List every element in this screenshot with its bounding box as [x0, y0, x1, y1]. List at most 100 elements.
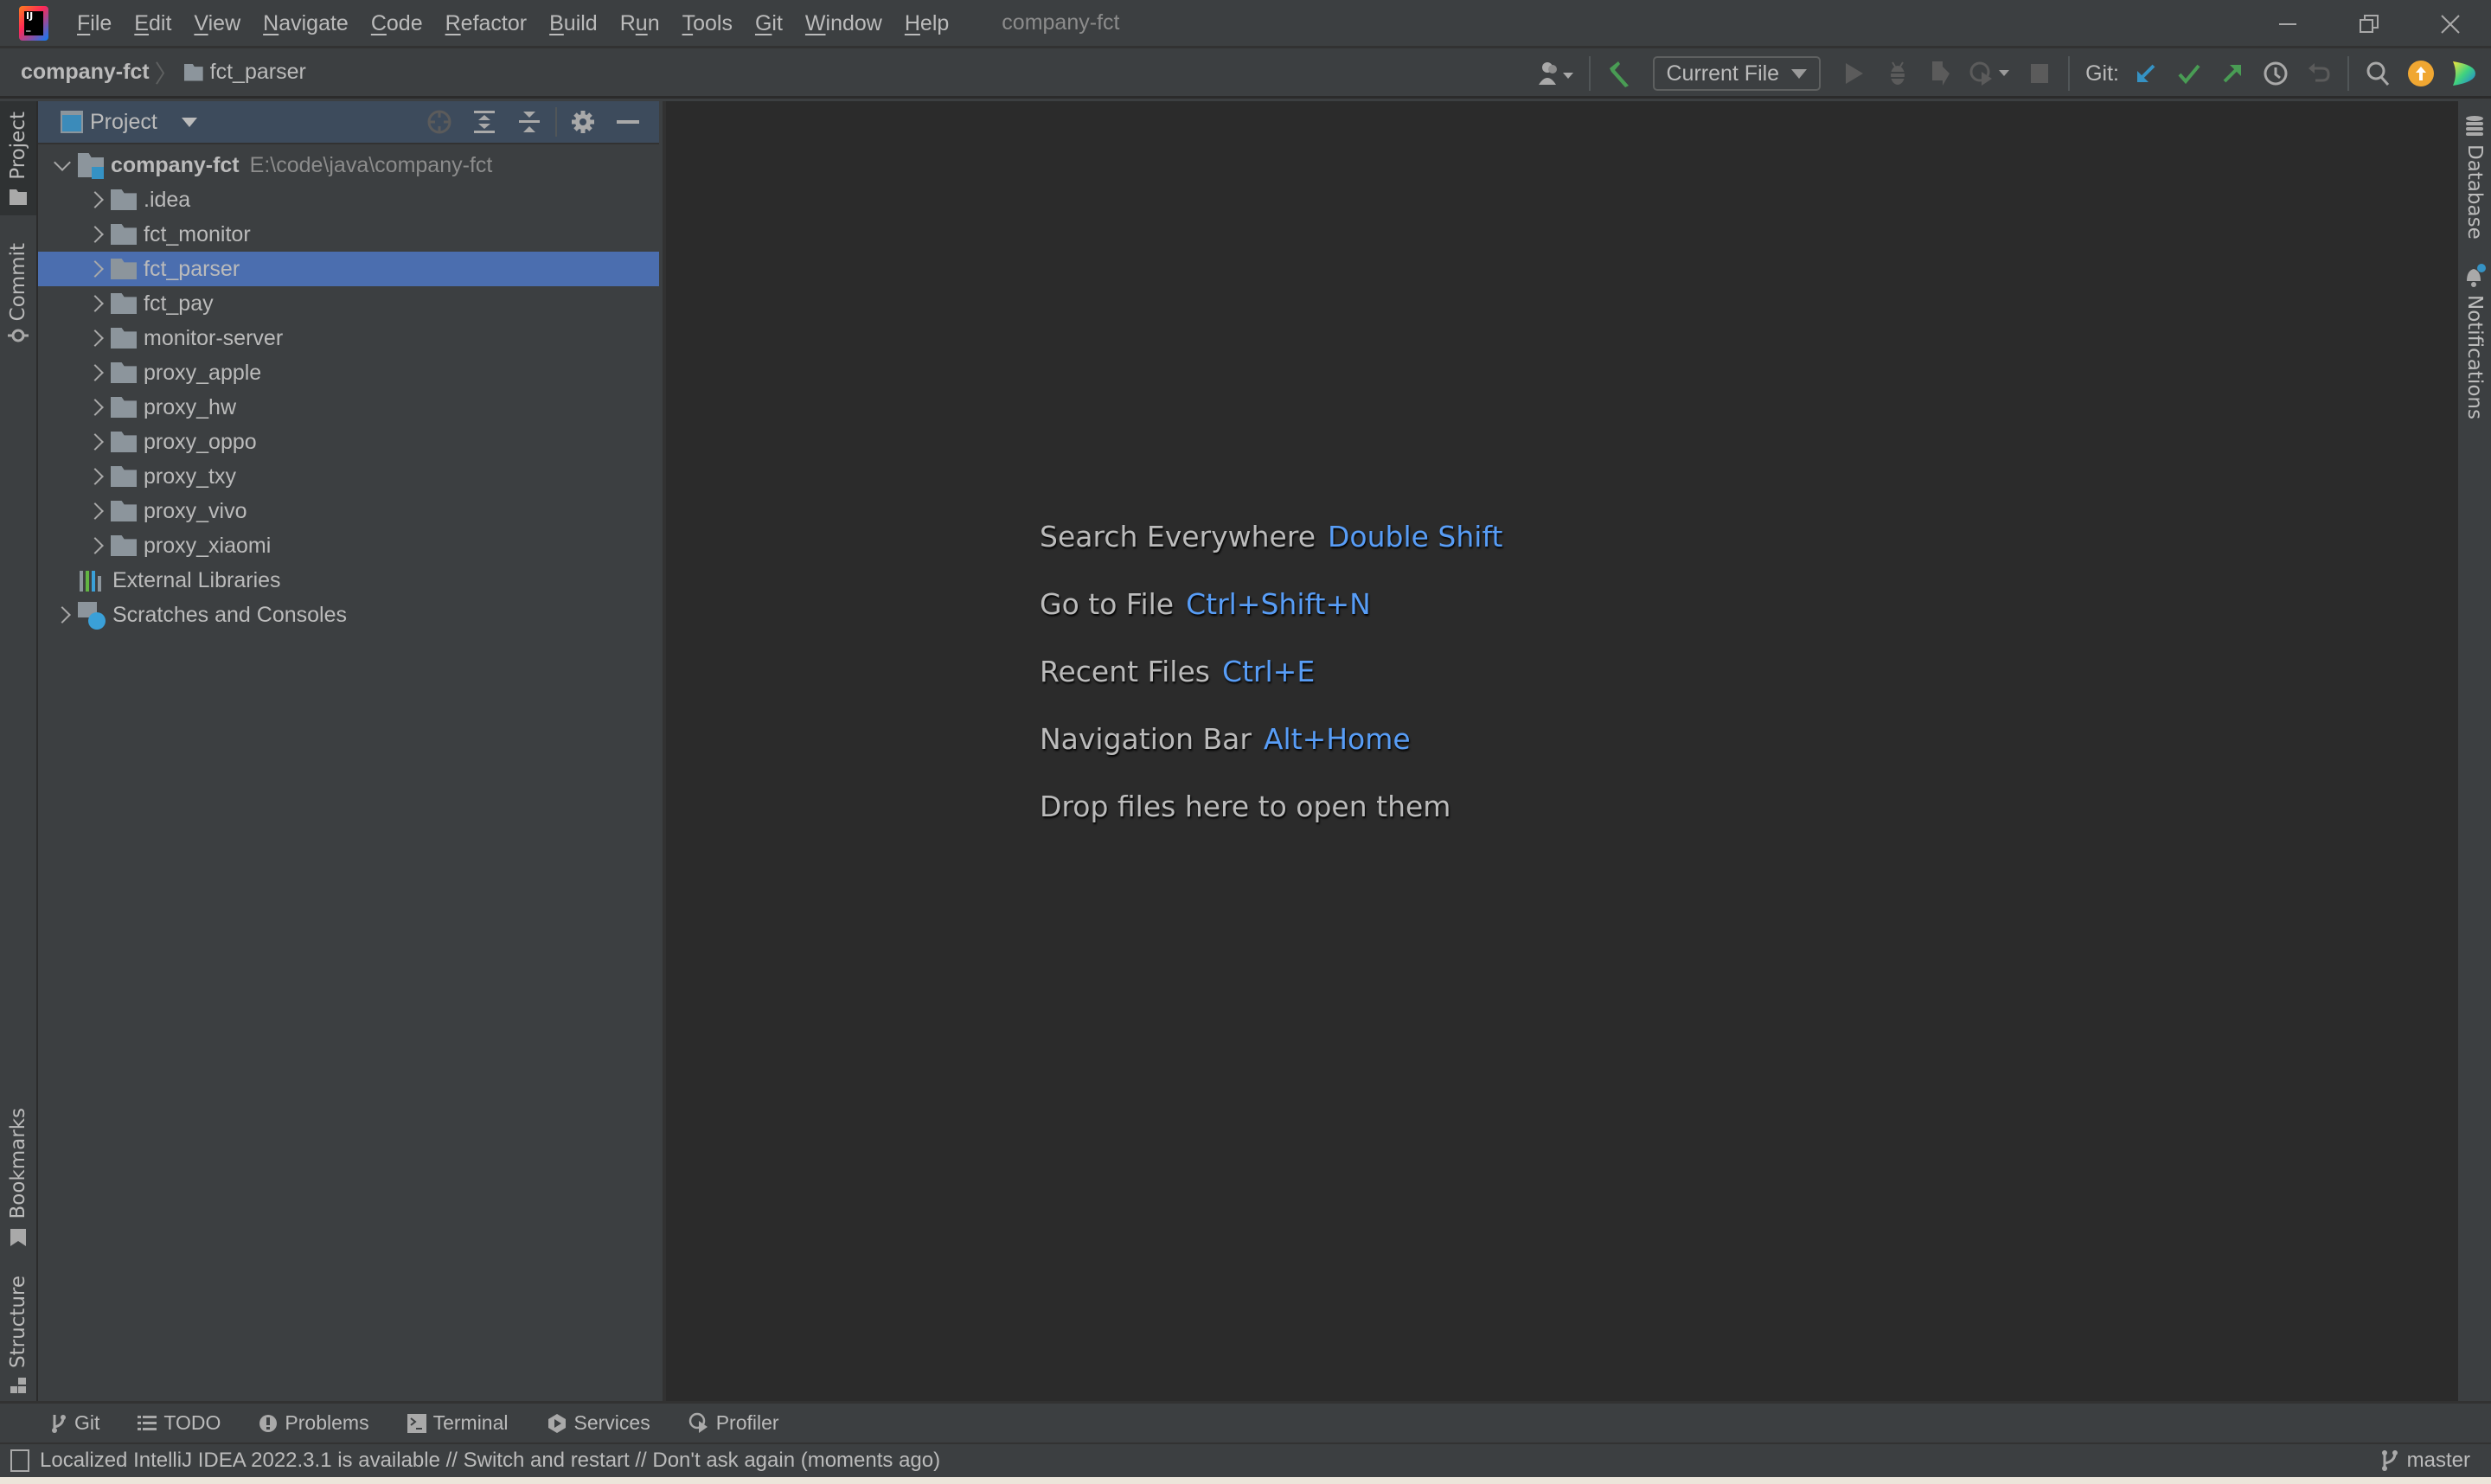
panel-settings-button[interactable]: [560, 102, 605, 142]
menu-run[interactable]: Run: [609, 0, 671, 48]
menu-refactor[interactable]: Refactor: [434, 0, 539, 48]
tree-item-folder[interactable]: proxy_txy: [38, 459, 659, 494]
tool-tab-problems[interactable]: Problems: [259, 1411, 369, 1435]
expand-all-icon: [474, 111, 495, 133]
chevron-right-icon[interactable]: [80, 399, 111, 416]
tree-item-scratches[interactable]: Scratches and Consoles: [38, 598, 659, 632]
stop-button[interactable]: [2018, 52, 2061, 95]
menu-build[interactable]: Build: [538, 0, 609, 48]
chevron-down-icon[interactable]: [47, 154, 78, 171]
tree-item-folder[interactable]: proxy_hw: [38, 390, 659, 425]
code-with-me-button[interactable]: [2443, 52, 2486, 95]
tool-tab-terminal[interactable]: Terminal: [407, 1411, 509, 1435]
chevron-right-icon[interactable]: [80, 295, 111, 312]
menu-navigate[interactable]: Navigate: [252, 0, 360, 48]
run-with-coverage-button[interactable]: [1919, 52, 1963, 95]
tool-tab-profiler[interactable]: Profiler: [688, 1411, 779, 1435]
run-button[interactable]: [1833, 52, 1876, 95]
main-toolbar: Current File Git:: [1530, 48, 2491, 99]
tool-tab-bookmarks[interactable]: Bookmarks: [0, 1096, 36, 1260]
tree-item-folder[interactable]: .idea: [38, 182, 659, 217]
tool-tab-git[interactable]: Git: [50, 1411, 99, 1435]
chevron-right-icon[interactable]: [80, 502, 111, 520]
select-opened-file-button[interactable]: [417, 102, 462, 142]
chevron-right-icon[interactable]: [80, 364, 111, 381]
collapse-all-button[interactable]: [507, 102, 552, 142]
tree-item-external-libraries[interactable]: External Libraries: [38, 563, 659, 598]
chevron-right-icon[interactable]: [80, 537, 111, 554]
menu-code[interactable]: Code: [360, 0, 434, 48]
chevron-right-icon[interactable]: [80, 191, 111, 208]
expand-all-button[interactable]: [462, 102, 507, 142]
chevron-right-icon[interactable]: [80, 226, 111, 243]
search-everywhere-button[interactable]: [2356, 52, 2399, 95]
shortcut: Ctrl+Shift+N: [1186, 587, 1371, 621]
editor-empty-area[interactable]: Search Everywhere Double Shift Go to File…: [663, 101, 2456, 1401]
tool-tab-database-label: Database: [2463, 144, 2486, 240]
menu-git[interactable]: Git: [744, 0, 794, 48]
breadcrumb-current[interactable]: fct_parser: [210, 60, 306, 85]
minimize-icon: [617, 120, 639, 124]
breadcrumb-project[interactable]: company-fct: [21, 60, 150, 85]
debug-button[interactable]: [1876, 52, 1919, 95]
ide-update-button[interactable]: [2399, 52, 2443, 95]
tool-tab-notifications[interactable]: Notifications: [2458, 264, 2491, 419]
git-commit-button[interactable]: [2168, 52, 2211, 95]
tool-tab-project-label: Project: [7, 112, 29, 180]
tree-item-folder[interactable]: fct_monitor: [38, 217, 659, 252]
menu-help[interactable]: Help: [893, 0, 960, 48]
chevron-right-icon[interactable]: [80, 433, 111, 451]
chevron-right-icon[interactable]: [80, 468, 111, 485]
tool-tab-services[interactable]: Services: [547, 1411, 650, 1435]
folder-icon: [111, 466, 137, 487]
tree-item-folder[interactable]: fct_parser: [38, 252, 659, 286]
tree-item-folder[interactable]: proxy_apple: [38, 355, 659, 390]
tree-item-root[interactable]: company-fct E:\code\java\company-fct: [38, 148, 659, 182]
tool-tab-todo[interactable]: TODO: [138, 1411, 221, 1435]
git-rollback-button[interactable]: [2297, 52, 2341, 95]
tree-item-label: External Libraries: [112, 567, 281, 592]
tree-item-folder[interactable]: proxy_oppo: [38, 425, 659, 459]
chevron-right-icon[interactable]: [80, 329, 111, 347]
close-button[interactable]: [2410, 0, 2491, 48]
profile-button[interactable]: [1963, 52, 2018, 95]
toggle-tool-windows-icon[interactable]: [10, 1449, 29, 1472]
git-branch-widget[interactable]: master: [2381, 1449, 2470, 1473]
profiler-icon: [1969, 61, 2010, 86]
build-button[interactable]: [1598, 52, 1641, 95]
tree-item-label: fct_parser: [144, 256, 240, 281]
folder-icon: [111, 362, 137, 383]
play-icon: [1846, 63, 1864, 84]
folder-icon: [111, 432, 137, 452]
menu-view[interactable]: View: [183, 0, 252, 48]
run-configuration-dropdown[interactable]: Current File: [1652, 56, 1822, 91]
tree-item-folder[interactable]: proxy_xiaomi: [38, 528, 659, 563]
user-button[interactable]: [1530, 52, 1582, 95]
hide-panel-button[interactable]: [605, 102, 650, 142]
menu-window[interactable]: Window: [794, 0, 893, 48]
git-label: Git:: [2085, 61, 2119, 86]
git-update-button[interactable]: [2124, 52, 2168, 95]
git-history-button[interactable]: [2254, 52, 2297, 95]
tree-item-folder[interactable]: fct_pay: [38, 286, 659, 321]
minimize-button[interactable]: [2247, 0, 2328, 48]
title-bar: IJ _ File Edit View Navigate Code Refacto…: [0, 0, 2491, 48]
status-message[interactable]: Localized IntelliJ IDEA 2022.3.1 is avai…: [40, 1449, 940, 1473]
project-view-selector[interactable]: Project: [90, 110, 157, 135]
menu-file[interactable]: File: [66, 0, 123, 48]
chevron-right-icon[interactable]: [80, 260, 111, 278]
menu-edit[interactable]: Edit: [123, 0, 183, 48]
tree-item-folder[interactable]: monitor-server: [38, 321, 659, 355]
tool-tab-structure[interactable]: Structure: [0, 1263, 36, 1402]
tool-tab-commit[interactable]: Commit: [0, 231, 36, 345]
chevron-right-icon[interactable]: [47, 606, 78, 624]
chevron-down-icon[interactable]: [181, 117, 197, 127]
tool-tab-structure-label: Structure: [7, 1276, 29, 1368]
menu-tools[interactable]: Tools: [671, 0, 744, 48]
tool-tab-database[interactable]: Database: [2458, 115, 2491, 240]
git-push-button[interactable]: [2211, 52, 2254, 95]
tool-tab-project[interactable]: Project: [0, 101, 36, 215]
tree-item-folder[interactable]: proxy_vivo: [38, 494, 659, 528]
restore-button[interactable]: [2328, 0, 2410, 48]
terminal-icon: [407, 1413, 426, 1433]
